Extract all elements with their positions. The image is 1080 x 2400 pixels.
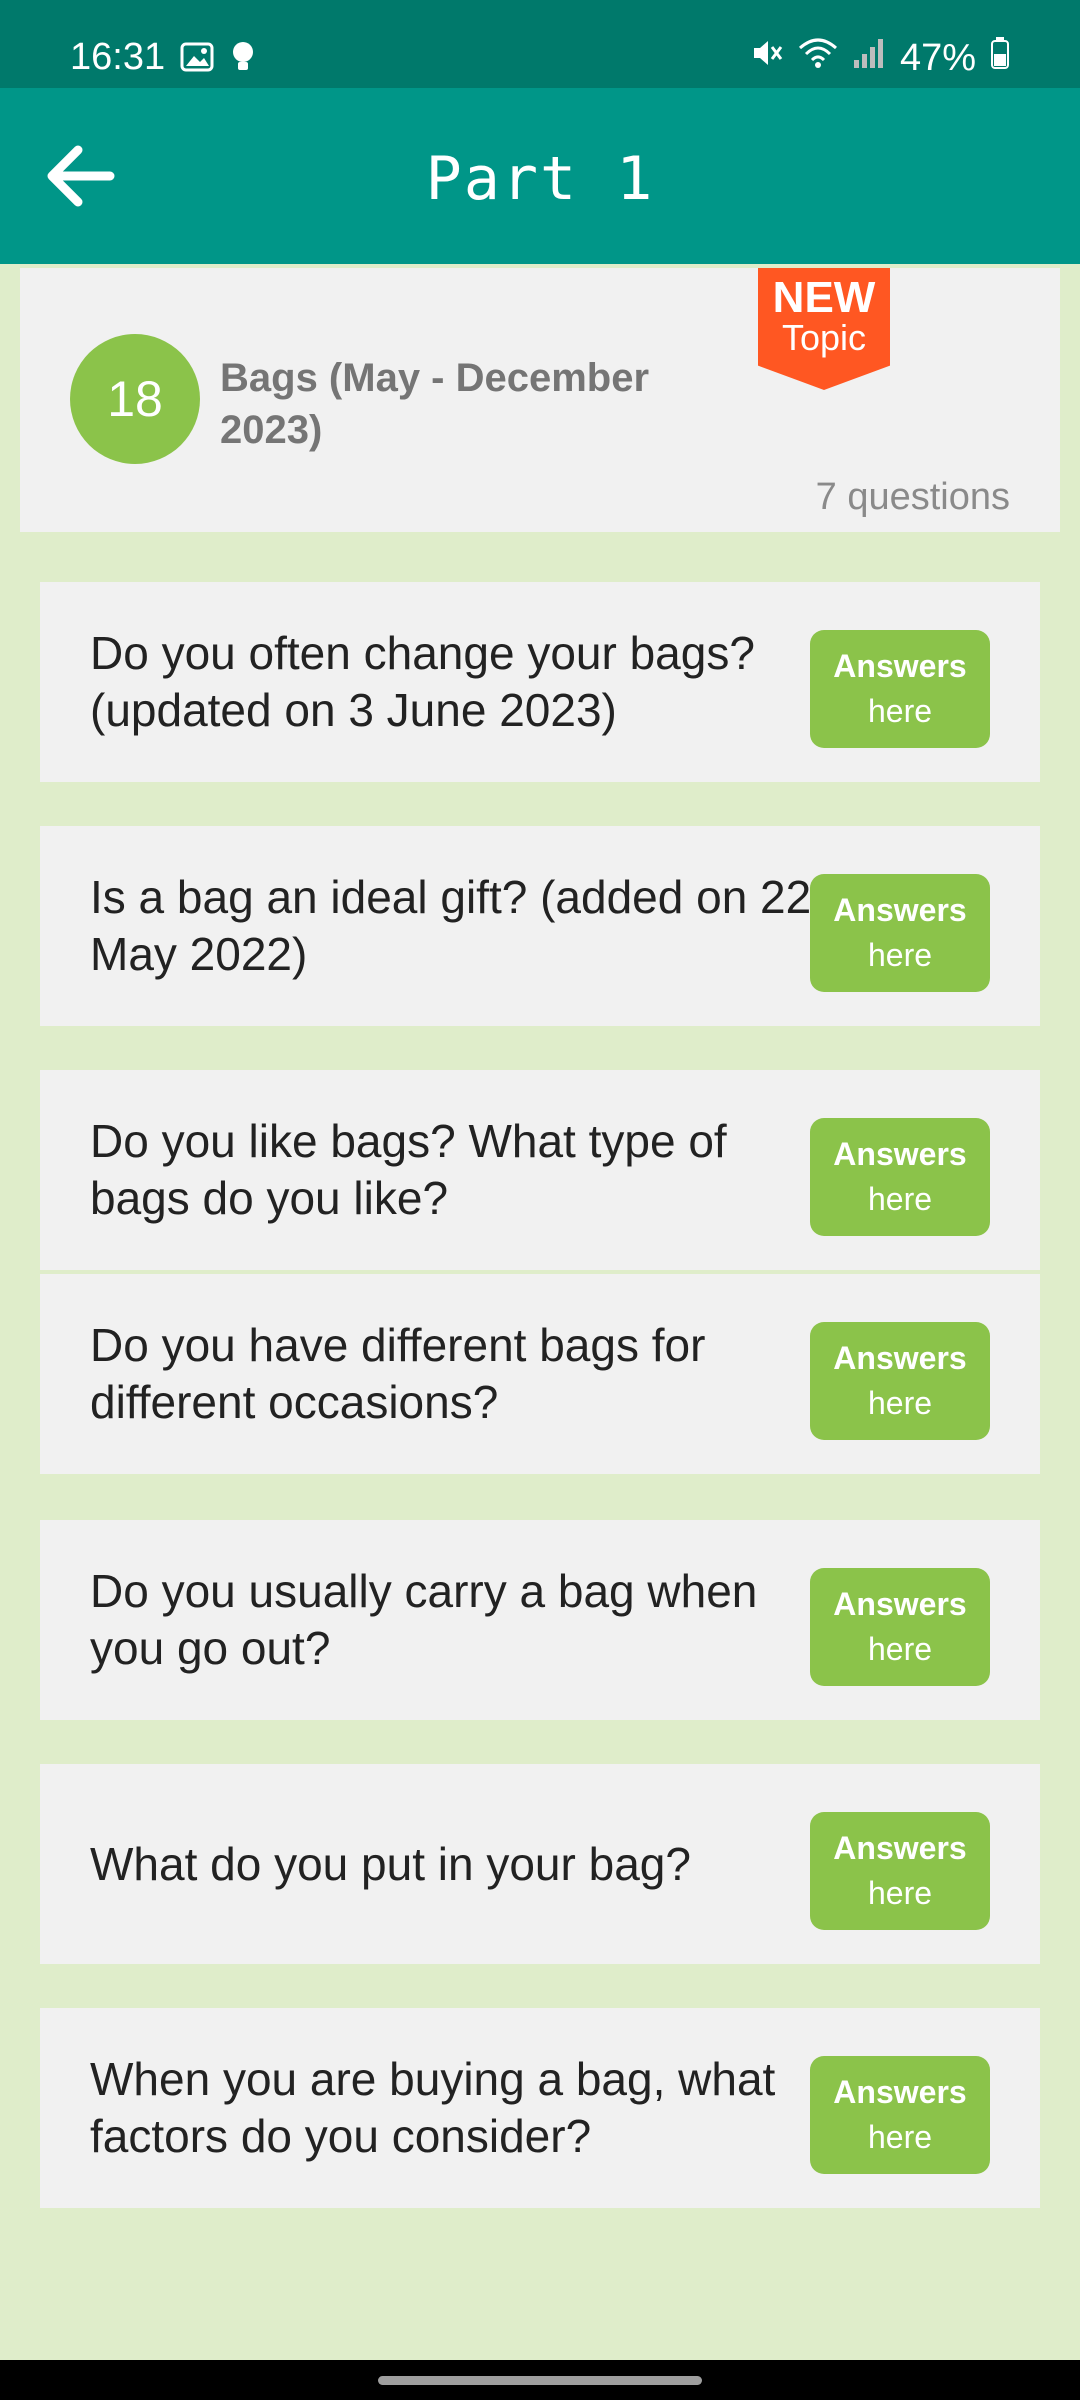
question-text: Do you like bags? What type of bags do y… xyxy=(90,1115,727,1224)
answers-button[interactable]: Answers here xyxy=(810,1322,990,1440)
question-text: Do you usually carry a bag when you go o… xyxy=(90,1565,758,1674)
new-badge-label: NEW xyxy=(772,273,876,322)
image-icon xyxy=(180,42,214,77)
topic-header-card: 18 Bags (May - December 2023) NEW Topic … xyxy=(20,268,1060,532)
new-topic-badge: NEW Topic xyxy=(758,268,890,390)
question-text: Do you have different bags for different… xyxy=(90,1319,706,1428)
app-bar: Part 1 xyxy=(0,88,1080,264)
answers-button-sublabel: here xyxy=(867,1631,933,1667)
status-bar: 16:31 47% xyxy=(0,0,1080,88)
new-badge-sublabel: Topic xyxy=(781,317,867,358)
question-card[interactable]: What do you put in your bag? Answers her… xyxy=(40,1764,1040,1964)
question-text: What do you put in your bag? xyxy=(90,1837,691,1890)
question-text: Do you often change your bags? (updated … xyxy=(90,627,755,736)
battery-icon xyxy=(990,36,1010,80)
answers-button[interactable]: Answers here xyxy=(810,1812,990,1930)
question-count: 7 questions xyxy=(815,476,1010,518)
answers-button-sublabel: here xyxy=(867,1385,933,1421)
battery-percent: 47% xyxy=(899,36,976,79)
question-text: When you are buying a bag, what factors … xyxy=(90,2053,776,2162)
question-card[interactable]: Is a bag an ideal gift? (added on 22 May… xyxy=(40,826,1040,1026)
answers-button[interactable]: Answers here xyxy=(810,1568,990,1686)
answers-button-sublabel: here xyxy=(867,1181,933,1217)
answers-button-label: Answers xyxy=(833,892,967,928)
answers-button-sublabel: here xyxy=(867,2119,933,2155)
answers-button-sublabel: here xyxy=(867,1875,933,1911)
topic-number-badge: 18 xyxy=(70,334,200,464)
answers-button[interactable]: Answers here xyxy=(810,630,990,748)
question-card[interactable]: Do you have different bags for different… xyxy=(40,1274,1040,1474)
question-card[interactable]: Do you usually carry a bag when you go o… xyxy=(40,1520,1040,1720)
answers-button[interactable]: Answers here xyxy=(810,1118,990,1236)
status-time: 16:31 xyxy=(70,36,166,78)
mute-icon xyxy=(750,36,784,80)
answers-button-label: Answers xyxy=(833,1586,967,1622)
question-card[interactable]: Do you like bags? What type of bags do y… xyxy=(40,1070,1040,1270)
home-gesture-handle[interactable] xyxy=(378,2376,702,2385)
question-card[interactable]: When you are buying a bag, what factors … xyxy=(40,2008,1040,2208)
wifi-icon xyxy=(798,36,838,80)
answers-button[interactable]: Answers here xyxy=(810,2056,990,2174)
answers-button[interactable]: Answers here xyxy=(810,874,990,992)
bulb-icon xyxy=(230,40,256,79)
page-title: Part 1 xyxy=(425,144,655,214)
system-navigation-bar xyxy=(0,2360,1080,2400)
answers-button-label: Answers xyxy=(833,1340,967,1376)
signal-icon xyxy=(852,36,886,80)
answers-button-label: Answers xyxy=(833,648,967,684)
answers-button-label: Answers xyxy=(833,2074,967,2110)
topic-title: Bags (May - December 2023) xyxy=(220,356,650,452)
answers-button-sublabel: here xyxy=(867,693,933,729)
answers-button-sublabel: here xyxy=(867,937,933,973)
question-text: Is a bag an ideal gift? (added on 22 May… xyxy=(90,871,812,980)
question-card[interactable]: Do you often change your bags? (updated … xyxy=(40,582,1040,782)
answers-button-label: Answers xyxy=(833,1830,967,1866)
answers-button-label: Answers xyxy=(833,1136,967,1172)
